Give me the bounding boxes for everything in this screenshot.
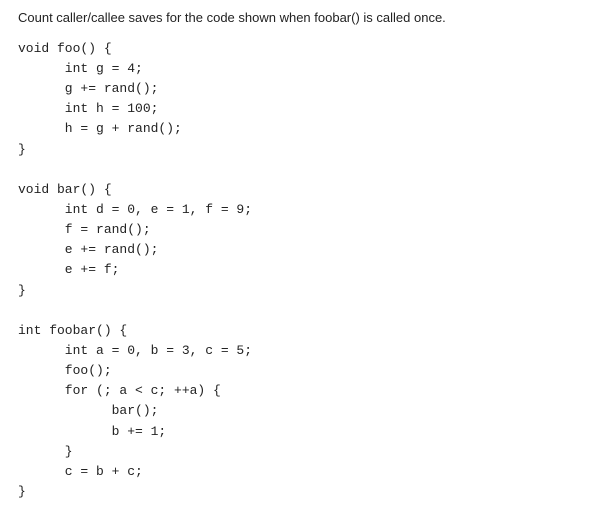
code-listing: void foo() { int g = 4; g += rand(); int…: [18, 39, 582, 502]
question-prompt: Count caller/callee saves for the code s…: [18, 10, 582, 27]
